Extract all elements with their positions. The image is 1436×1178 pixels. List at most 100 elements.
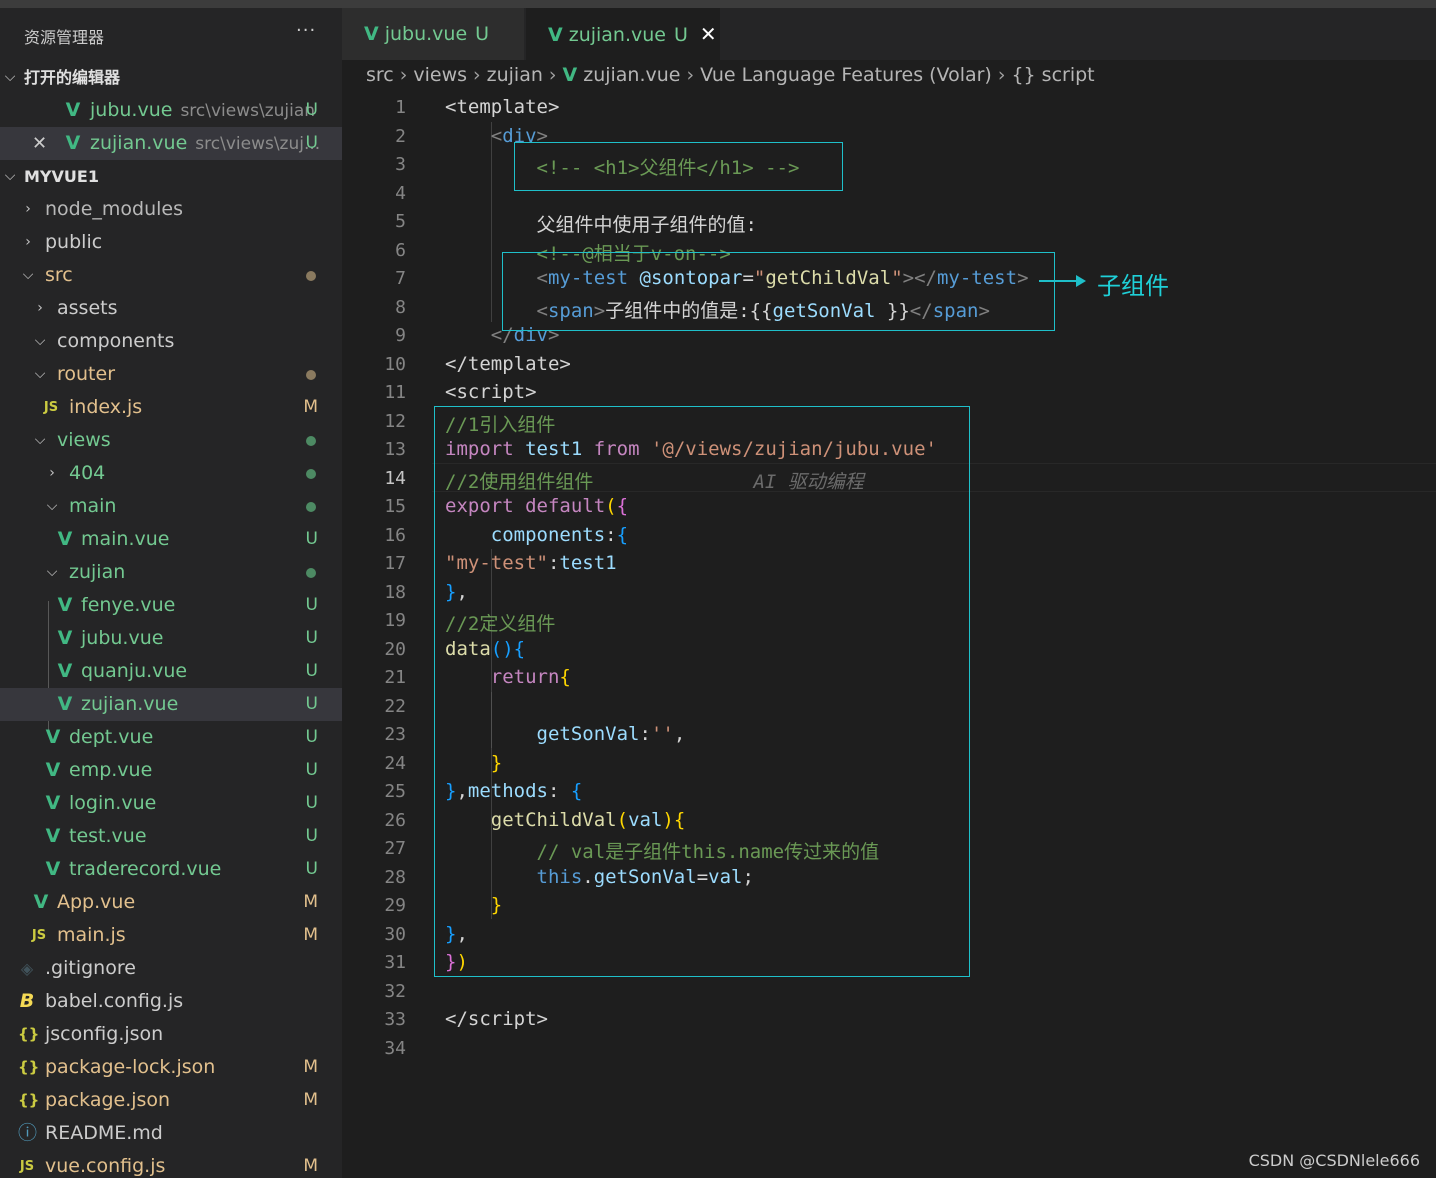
open-editor-jubu[interactable]: V jubu.vue src\views\zujian U	[0, 94, 342, 127]
open-editor-name: zujian.vue	[90, 132, 188, 154]
tree-item-label: emp.vue	[69, 759, 153, 781]
tree-folder-main[interactable]: ⌵ main	[0, 490, 342, 523]
tree-folder-404[interactable]: › 404	[0, 457, 342, 490]
tree-folder-router[interactable]: ⌵ router	[0, 358, 342, 391]
json-file-icon: {}	[18, 1025, 40, 1043]
breadcrumb-item[interactable]: src	[366, 64, 394, 86]
vue-file-icon: V	[65, 99, 81, 121]
vue-file-icon: V	[57, 594, 73, 616]
annotation-box-script	[434, 406, 970, 977]
git-status-badge: M	[303, 1090, 318, 1110]
tree-folder-components[interactable]: ⌵ components	[0, 325, 342, 358]
tree-file-package-json[interactable]: {} package.json M	[0, 1084, 342, 1117]
tree-file-dept-vue[interactable]: V dept.vue U	[0, 721, 342, 754]
line-number: 18	[384, 582, 406, 603]
tree-item-label: zujian	[69, 561, 126, 583]
untracked-dot	[306, 469, 316, 479]
tree-file-jubu-vue[interactable]: V jubu.vue U	[0, 622, 342, 655]
open-editor-zujian[interactable]: ✕ V zujian.vue src\views\zuj... U	[0, 127, 342, 160]
chevron-right-icon: ›	[25, 201, 31, 217]
line-number: 6	[395, 240, 406, 261]
chevron-right-icon: ›	[686, 64, 695, 86]
tree-item-label: main.js	[57, 924, 126, 946]
tree-file-login-vue[interactable]: V login.vue U	[0, 787, 342, 820]
tree-file-traderecord-vue[interactable]: V traderecord.vue U	[0, 853, 342, 886]
tree-file-vue-config[interactable]: JS vue.config.js M	[0, 1150, 342, 1178]
git-status-badge: U	[305, 661, 318, 681]
tree-file-index-js[interactable]: JS index.js M	[0, 391, 342, 424]
close-icon[interactable]: ✕	[700, 22, 717, 46]
tree-folder-assets[interactable]: › assets	[0, 292, 342, 325]
open-editors-section[interactable]: ⌵ 打开的编辑器	[0, 61, 342, 94]
line-number: 26	[384, 810, 406, 831]
tree-folder-zujian[interactable]: ⌵ zujian	[0, 556, 342, 589]
tree-file-package-lock[interactable]: {} package-lock.json M	[0, 1051, 342, 1084]
more-actions-icon[interactable]: ···	[296, 20, 316, 41]
line-number: 23	[384, 724, 406, 745]
tree-file-jsconfig[interactable]: {} jsconfig.json	[0, 1018, 342, 1051]
tree-file-emp-vue[interactable]: V emp.vue U	[0, 754, 342, 787]
code-editor[interactable]: 1 2 3 4 5 6 7 8 9 10 11 12 13 14 15 16 1…	[342, 92, 1436, 1178]
tab-zujian-vue[interactable]: Vzujian.vue U ✕	[526, 8, 720, 60]
tree-file-fenye-vue[interactable]: V fenye.vue U	[0, 589, 342, 622]
tree-file-app-vue[interactable]: V App.vue M	[0, 886, 342, 919]
title-bar-strip	[0, 0, 1436, 8]
tree-item-label: fenye.vue	[81, 594, 176, 616]
line-number: 27	[384, 838, 406, 859]
breadcrumb-item[interactable]: zujian	[487, 64, 543, 86]
annotation-arrow	[1039, 280, 1077, 282]
tree-item-label: zujian.vue	[81, 693, 179, 715]
tree-file-readme[interactable]: ⓘ README.md	[0, 1117, 342, 1150]
tree-file-zujian-vue[interactable]: V zujian.vue U	[0, 688, 342, 721]
breadcrumb-item[interactable]: Vue Language Features (Volar)	[700, 64, 992, 86]
tree-item-label: jsconfig.json	[45, 1023, 164, 1045]
tree-file-babel-config[interactable]: B babel.config.js	[0, 985, 342, 1018]
annotation-box-child-component	[502, 252, 1055, 331]
tree-folder-views[interactable]: ⌵ views	[0, 424, 342, 457]
explorer-sidebar: 资源管理器 ··· ⌵ 打开的编辑器 V jubu.vue src\views\z…	[0, 8, 342, 1178]
tab-jubu-vue[interactable]: Vjubu.vue U	[342, 8, 524, 60]
line-number: 7	[395, 268, 406, 289]
vue-file-icon: V	[33, 891, 49, 913]
line-number: 25	[384, 781, 406, 802]
line-number: 2	[395, 126, 406, 147]
tree-item-label: jubu.vue	[81, 627, 164, 649]
tree-item-label: assets	[57, 297, 118, 319]
breadcrumb-item[interactable]: views	[413, 64, 467, 86]
line-number: 14	[384, 468, 406, 489]
breadcrumb-item[interactable]: {} script	[1011, 64, 1094, 86]
tree-file-main-js[interactable]: JS main.js M	[0, 919, 342, 952]
chevron-down-icon: ⌵	[46, 564, 58, 580]
tree-item-label: components	[57, 330, 175, 352]
tree-folder-public[interactable]: › public	[0, 226, 342, 259]
tree-folder-src[interactable]: ⌵ src	[0, 259, 342, 292]
tree-file-test-vue[interactable]: V test.vue U	[0, 820, 342, 853]
chevron-down-icon: ⌵	[34, 432, 46, 448]
annotation-box-comment	[514, 142, 843, 191]
project-header: MYVUE1	[24, 167, 99, 186]
line-number: 10	[384, 354, 406, 375]
line-number: 29	[384, 895, 406, 916]
open-editors-header: 打开的编辑器	[24, 68, 121, 87]
git-status-badge: U	[305, 727, 318, 747]
vue-file-icon: V	[57, 627, 73, 649]
line-number: 17	[384, 553, 406, 574]
git-status-badge: U	[305, 694, 318, 714]
project-section[interactable]: ⌵ MYVUE1	[0, 160, 342, 193]
close-icon[interactable]: ✕	[32, 127, 47, 160]
tree-item-label: 404	[69, 462, 106, 484]
code-line: </script>	[445, 1008, 548, 1030]
line-number: 9	[395, 325, 406, 346]
line-number: 28	[384, 867, 406, 888]
line-number: 16	[384, 525, 406, 546]
tree-folder-node-modules[interactable]: › node_modules	[0, 193, 342, 226]
tree-item-label: traderecord.vue	[69, 858, 222, 880]
chevron-right-icon: ›	[548, 64, 557, 86]
explorer-title: 资源管理器	[24, 28, 105, 47]
breadcrumb-item[interactable]: zujian.vue	[583, 64, 680, 86]
chevron-down-icon: ⌵	[34, 366, 46, 382]
tree-file-main-vue[interactable]: V main.vue U	[0, 523, 342, 556]
vue-file-icon: V	[57, 660, 73, 682]
tree-file-gitignore[interactable]: ◈ .gitignore	[0, 952, 342, 985]
tree-file-quanju-vue[interactable]: V quanju.vue U	[0, 655, 342, 688]
